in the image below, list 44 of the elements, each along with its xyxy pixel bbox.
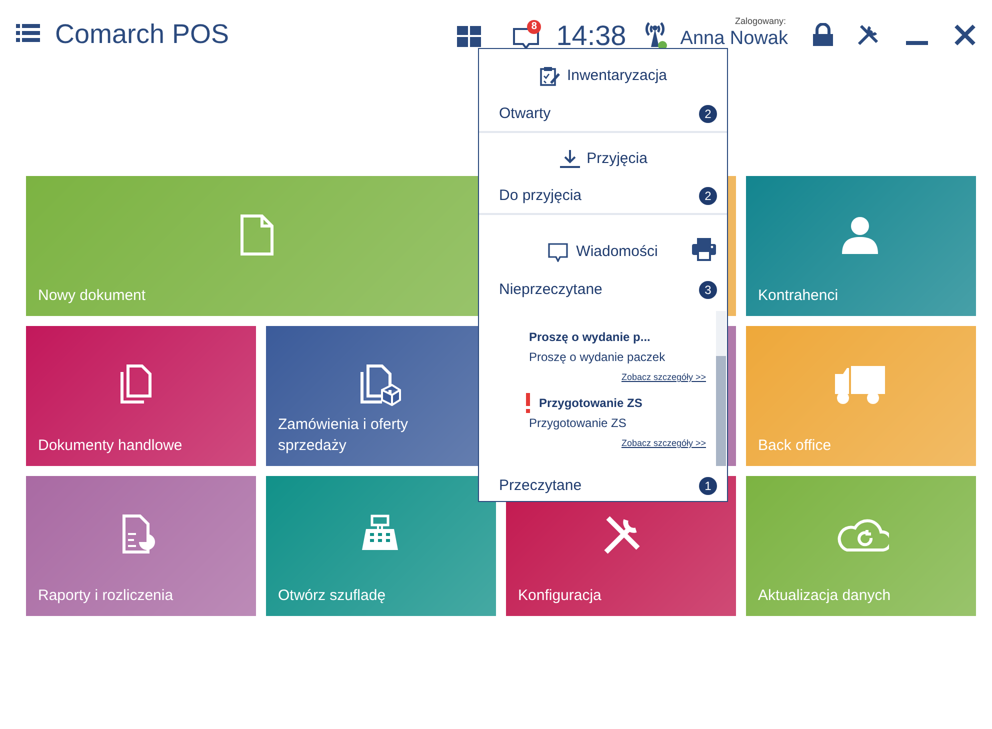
close-icon[interactable] [954, 24, 976, 46]
count-badge: 1 [699, 477, 717, 495]
message-title: Przygotowanie ZS [539, 395, 642, 412]
menu-tile[interactable]: Kontrahenci [746, 176, 976, 316]
exclamation-icon [525, 393, 531, 413]
tools-icon[interactable] [856, 23, 880, 47]
tile-label: Kontrahenci [758, 286, 838, 306]
tile-label: Zamówienia i oferty sprzedaży [278, 415, 410, 456]
message-icon [548, 242, 570, 262]
menu-tile[interactable]: Dokumenty handlowe [26, 326, 256, 466]
tile-label: Back office [758, 436, 832, 456]
message-text: Przygotowanie ZS [529, 415, 628, 432]
tiles-icon[interactable] [457, 26, 482, 46]
message-text: Proszę o wydanie paczek [529, 349, 666, 366]
count-badge: 2 [699, 187, 717, 205]
tile-label: Raporty i rozliczenia [38, 586, 174, 606]
user-name: Anna Nowak [680, 28, 788, 49]
menu-tile[interactable]: Raporty i rozliczenia [26, 476, 256, 616]
section-title: Inwentaryzacja [566, 66, 668, 86]
clipboard-icon [538, 66, 561, 86]
document-box-icon [360, 364, 402, 406]
menu-icon[interactable] [16, 23, 40, 43]
details-link[interactable]: Zobacz szczegóły >> [621, 433, 706, 453]
menu-tile[interactable]: Otwórz szufladę [266, 476, 496, 616]
count-badge: 3 [699, 281, 717, 299]
download-icon [558, 149, 581, 169]
clock-time: 14:38 [556, 19, 626, 53]
count-badge: 2 [699, 105, 717, 123]
section-title: Przyjęcia [586, 148, 648, 169]
lock-icon[interactable] [812, 23, 834, 47]
message-title: Proszę o wydanie p... [529, 329, 650, 346]
login-label: Zalogowany: [734, 15, 786, 28]
app-title: Comarch POS [55, 18, 230, 51]
tile-label: Nowy dokument [38, 286, 146, 306]
printer-icon[interactable] [691, 237, 717, 261]
section-title: Wiadomości [576, 242, 658, 262]
list-row[interactable]: Otwarty 2 [479, 97, 727, 131]
tile-label: Otwórz szufladę [278, 586, 386, 606]
tile-label: Aktualizacja danych [758, 586, 891, 606]
notification-badge: 8 [527, 20, 542, 34]
tile-label: Dokumenty handlowe [38, 436, 182, 456]
tile-label: Konfiguracja [518, 586, 602, 606]
scrollbar[interactable] [716, 311, 726, 466]
details-link[interactable]: Zobacz szczegóły >> [621, 367, 706, 387]
